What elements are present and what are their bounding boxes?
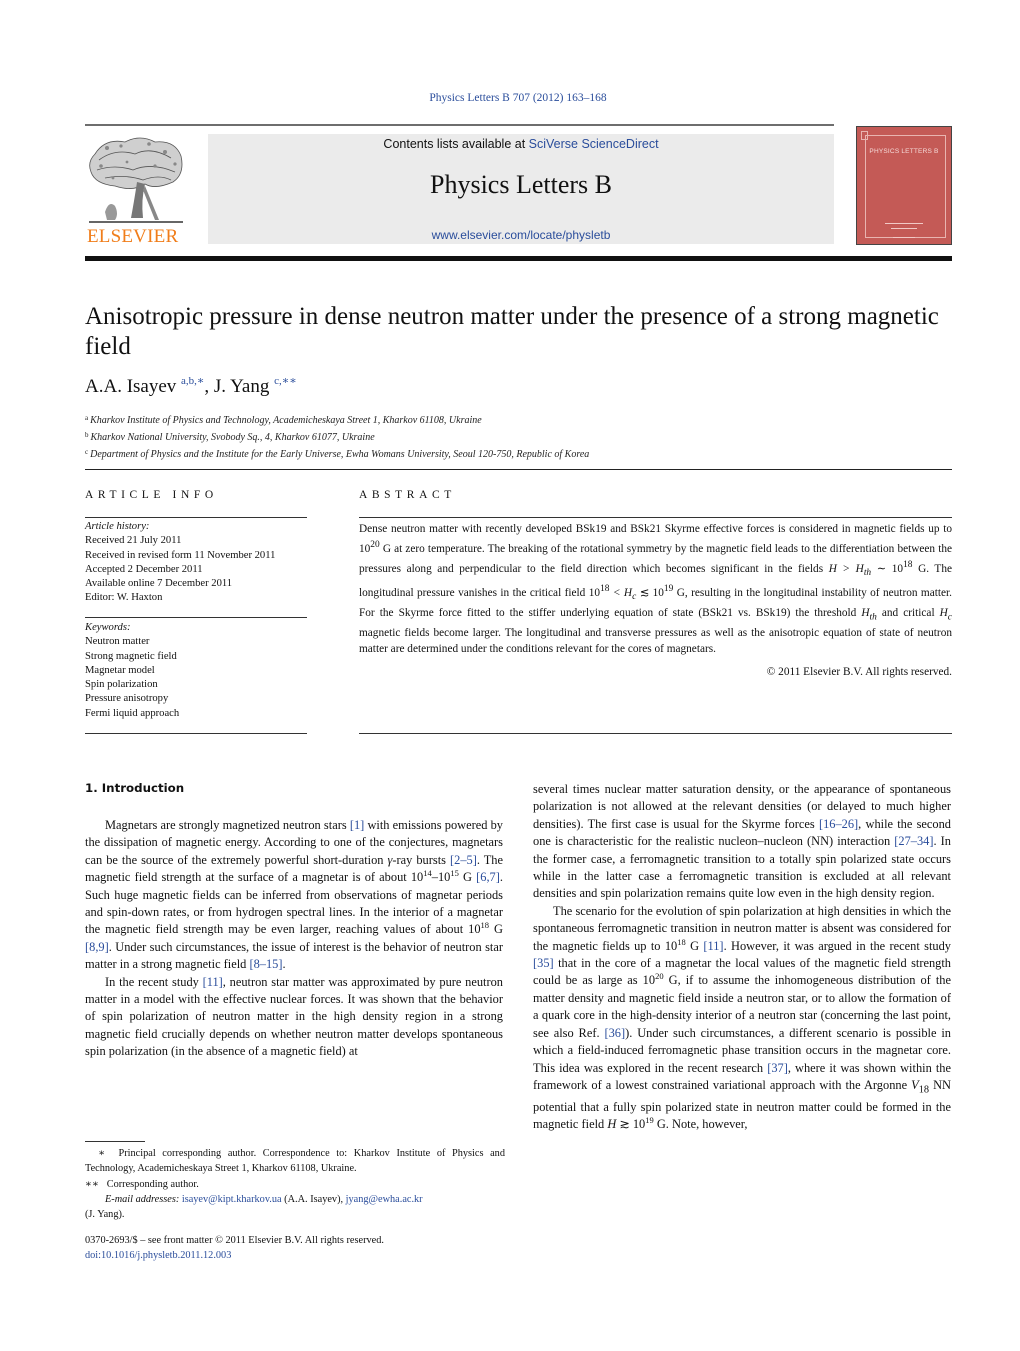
keyword-item: Fermi liquid approach (85, 707, 180, 719)
contents-line: Contents lists available at SciVerse Sci… (208, 137, 834, 151)
author-affiliation-marks[interactable]: a,b,∗ (181, 375, 204, 387)
keyword-item: Spin polarization (85, 679, 158, 691)
header-rule (85, 124, 834, 126)
affiliation-text: Kharkov National University, Svobody Sq.… (90, 432, 375, 443)
journal-banner: Contents lists available at SciVerse Sci… (208, 134, 834, 244)
author-affiliation-marks[interactable]: c,∗∗ (274, 375, 297, 387)
citation-link[interactable]: [35] (533, 956, 554, 970)
keyword-item: Strong magnetic field (85, 650, 177, 662)
history-item: Received 21 July 2011 (85, 535, 182, 547)
keywords-heading: Keywords: (85, 622, 131, 633)
history-item: Received in revised form 11 November 201… (85, 549, 276, 561)
article-info-rule (85, 517, 307, 518)
paragraph: The scenario for the evolution of spin p… (533, 903, 951, 1132)
history-heading: Article history: (85, 521, 150, 532)
citation-link[interactable]: [27–34] (894, 834, 933, 848)
cover-footer-line (892, 237, 916, 238)
elsevier-wordmark: ELSEVIER (87, 226, 179, 247)
footnote-email-owner: (J. Yang). (85, 1209, 125, 1221)
cover-publisher-line (885, 223, 923, 224)
article-info-rule (85, 733, 307, 734)
keyword-item: Pressure anisotropy (85, 693, 169, 705)
email-link-yang[interactable]: jyang@ewha.ac.kr (346, 1194, 423, 1205)
email-link-isayev[interactable]: isayev@kipt.kharkov.ua (182, 1194, 282, 1205)
paragraph: Magnetars are strongly magnetized neutro… (85, 818, 504, 972)
author-separator: , (204, 376, 214, 397)
history-item: Accepted 2 December 2011 (85, 563, 203, 575)
author-name: A.A. Isayev (85, 376, 177, 397)
journal-cover-thumbnail[interactable]: PHYSICS LETTERS B (856, 126, 952, 245)
article-info-rule (85, 617, 307, 618)
section-divider (85, 469, 952, 470)
journal-url-link[interactable]: www.elsevier.com/locate/physletb (208, 228, 834, 242)
header-thick-rule (85, 256, 952, 261)
abstract-rule (359, 733, 952, 734)
citation-link[interactable]: [11] (703, 939, 723, 953)
affiliation-mark: b (85, 431, 89, 439)
doi-link[interactable]: doi:10.1016/j.physletb.2011.12.003 (85, 1250, 231, 1261)
elsevier-logo[interactable]: ELSEVIER (85, 134, 198, 247)
journal-title: Physics Letters B (430, 170, 612, 199)
affiliation-text: Department of Physics and the Institute … (90, 449, 590, 460)
body-column-left: Magnetars are strongly magnetized neutro… (85, 817, 503, 1061)
affiliation-mark: a (85, 414, 89, 422)
abstract-heading: ABSTRACT (359, 489, 456, 501)
cover-logo-icon (861, 131, 868, 140)
paragraph: several times nuclear matter saturation … (533, 782, 952, 901)
citation-link[interactable]: [11] (203, 975, 223, 989)
affiliation-mark: c (85, 448, 89, 456)
affiliation-item: a Kharkov Institute of Physics and Techno… (85, 411, 589, 428)
history-item: Editor: W. Haxton (85, 592, 163, 604)
paragraph: In the recent study [11], neutron star m… (85, 974, 503, 1059)
history-item: Available online 7 December 2011 (85, 578, 233, 590)
abstract-text: Dense neutron matter with recently devel… (359, 523, 952, 656)
citation-link[interactable]: [8–15] (249, 957, 282, 971)
footnote-principal-author: ∗ Principal corresponding author. Corres… (85, 1148, 505, 1175)
citation-link[interactable]: [36] (604, 1026, 625, 1040)
keyword-item: Neutron matter (85, 636, 150, 648)
abstract-copyright: © 2011 Elsevier B.V. All rights reserved… (766, 666, 952, 678)
front-matter: 0370-2693/$ – see front matter © 2011 El… (85, 1233, 384, 1264)
citation-link[interactable]: [37] (767, 1061, 788, 1075)
author-name: J. Yang (213, 376, 270, 397)
citation-link[interactable]: [6,7] (476, 870, 500, 884)
footnotes: ∗ Principal corresponding author. Corres… (85, 1146, 505, 1222)
affiliation-text: Kharkov Institute of Physics and Technol… (90, 415, 482, 426)
article-history: Article history: Received 21 July 2011 R… (85, 520, 307, 606)
footnote-corresponding-author: ∗∗ Corresponding author. (85, 1178, 199, 1190)
footnote-rule (85, 1141, 145, 1142)
journal-reference-link[interactable]: Physics Letters B 707 (2012) 163–168 (0, 92, 1020, 104)
issn-line: 0370-2693/$ – see front matter © 2011 El… (85, 1235, 384, 1246)
sciencedirect-link[interactable]: SciVerse ScienceDirect (529, 137, 659, 151)
citation-link[interactable]: [16–26] (819, 817, 858, 831)
body-column-right: several times nuclear matter saturation … (533, 781, 951, 1134)
cover-title: PHYSICS LETTERS B (869, 148, 939, 155)
article-info-heading: ARTICLE INFO (85, 489, 218, 501)
section-heading-introduction: 1. Introduction (85, 781, 185, 795)
affiliation-item: b Kharkov National University, Svobody Sq… (85, 428, 589, 445)
affiliation-item: c Department of Physics and the Institute… (85, 445, 589, 462)
affiliations: a Kharkov Institute of Physics and Techno… (85, 411, 589, 462)
paper-title: Anisotropic pressure in dense neutron ma… (85, 303, 939, 360)
contents-prefix: Contents lists available at (383, 137, 529, 151)
citation-link[interactable]: [8,9] (85, 940, 109, 954)
abstract-rule (359, 517, 952, 518)
footnote-emails: E-mail addresses: isayev@kipt.kharkov.ua… (105, 1193, 423, 1205)
cover-publisher-line (890, 228, 918, 229)
keywords: Keywords: Neutron matter Strong magnetic… (85, 621, 307, 721)
citation-link[interactable]: [2–5] (450, 853, 477, 867)
keyword-item: Magnetar model (85, 664, 155, 676)
author-list: A.A. Isayev a,b,∗, J. Yang c,∗∗ (85, 374, 297, 398)
elsevier-tree-icon (89, 137, 183, 223)
citation-link[interactable]: [1] (350, 818, 364, 832)
